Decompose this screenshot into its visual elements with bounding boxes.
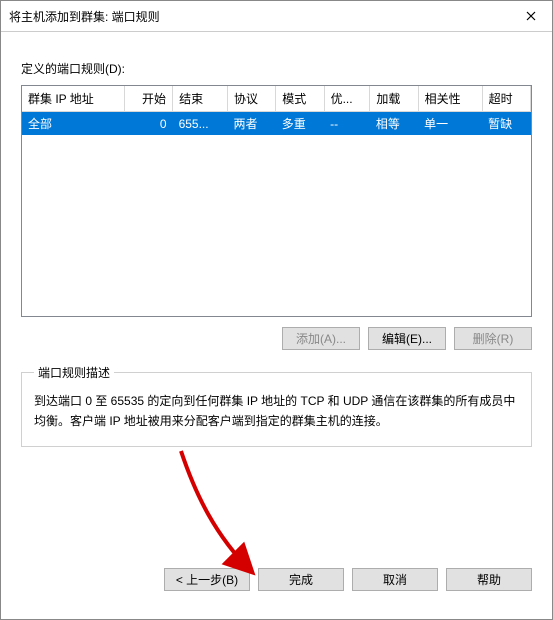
table-header-row: 群集 IP 地址 开始 结束 协议 模式 优... 加载 相关性 超时: [22, 86, 531, 112]
cell-mode: 多重: [276, 112, 324, 136]
remove-button[interactable]: 删除(R): [454, 327, 532, 350]
col-mode[interactable]: 模式: [276, 86, 324, 112]
col-timeout[interactable]: 超时: [482, 86, 530, 112]
col-priority[interactable]: 优...: [324, 86, 370, 112]
cell-end: 655...: [173, 112, 228, 136]
titlebar: 将主机添加到群集: 端口规则: [1, 1, 552, 32]
cell-priority: --: [324, 112, 370, 136]
help-button[interactable]: 帮助: [446, 568, 532, 591]
col-affinity[interactable]: 相关性: [418, 86, 482, 112]
table-row[interactable]: 全部 0 655... 两者 多重 -- 相等 单一 暂缺: [22, 112, 531, 136]
table-action-buttons: 添加(A)... 编辑(E)... 删除(R): [21, 327, 532, 350]
cancel-button[interactable]: 取消: [352, 568, 438, 591]
cell-load: 相等: [370, 112, 418, 136]
col-end[interactable]: 结束: [173, 86, 228, 112]
rule-description-legend: 端口规则描述: [34, 364, 114, 381]
cell-start: 0: [124, 112, 172, 136]
rule-description-group: 端口规则描述 到达端口 0 至 65535 的定向到任何群集 IP 地址的 TC…: [21, 364, 532, 447]
cell-timeout: 暂缺: [482, 112, 530, 136]
dialog-footer: < 上一步(B) 完成 取消 帮助: [1, 551, 552, 619]
close-icon: [526, 11, 536, 21]
back-button[interactable]: < 上一步(B): [164, 568, 250, 591]
dialog-window: 将主机添加到群集: 端口规则 定义的端口规则(D): 群集 IP 地址 开始 结…: [0, 0, 553, 620]
cell-affinity: 单一: [418, 112, 482, 136]
port-rules-table[interactable]: 群集 IP 地址 开始 结束 协议 模式 优... 加载 相关性 超时 全部 0: [22, 86, 531, 135]
col-load[interactable]: 加载: [370, 86, 418, 112]
cell-protocol: 两者: [227, 112, 275, 136]
col-protocol[interactable]: 协议: [227, 86, 275, 112]
close-button[interactable]: [510, 1, 552, 31]
edit-button[interactable]: 编辑(E)...: [368, 327, 446, 350]
port-rules-table-container: 群集 IP 地址 开始 结束 协议 模式 优... 加载 相关性 超时 全部 0: [21, 85, 532, 317]
rule-description-text: 到达端口 0 至 65535 的定向到任何群集 IP 地址的 TCP 和 UDP…: [34, 391, 519, 432]
cell-cluster-ip: 全部: [22, 112, 124, 136]
port-rules-label: 定义的端口规则(D):: [21, 60, 532, 77]
dialog-body: 定义的端口规则(D): 群集 IP 地址 开始 结束 协议 模式 优... 加载…: [1, 32, 552, 551]
add-button[interactable]: 添加(A)...: [282, 327, 360, 350]
finish-button[interactable]: 完成: [258, 568, 344, 591]
col-cluster-ip[interactable]: 群集 IP 地址: [22, 86, 124, 112]
window-title: 将主机添加到群集: 端口规则: [1, 8, 160, 25]
col-start[interactable]: 开始: [124, 86, 172, 112]
